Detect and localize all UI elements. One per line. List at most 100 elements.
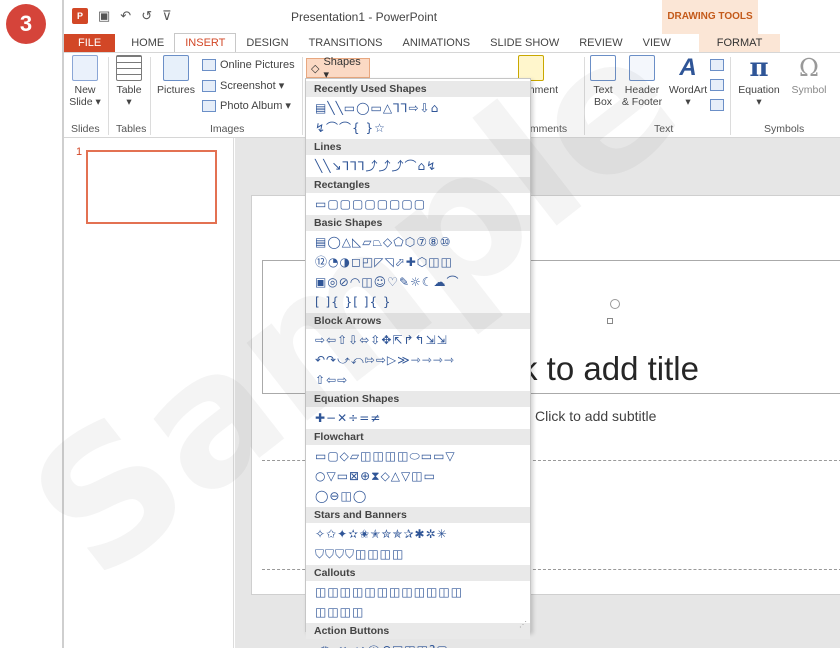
tab-insert[interactable]: INSERT (174, 33, 237, 52)
pictures-label: Pictures (157, 84, 195, 96)
equation-shapes-section: Equation Shapes ✚−✕÷=≠ (306, 391, 530, 427)
section-header: Action Buttons (306, 623, 530, 639)
group-separator (150, 57, 151, 135)
shape-row[interactable]: ⇧⇦⇨ (306, 369, 530, 389)
wordart-icon: A (679, 54, 697, 81)
shape-row[interactable]: ⇨⇦⇧⇩⬄⇳✥⇱↱↰⇲⇲ (306, 329, 530, 349)
pictures-icon (163, 55, 189, 81)
shape-row[interactable]: ▣◎⊘◠◫☺♡✎☼☾☁⌒ (306, 271, 530, 291)
group-separator (302, 57, 303, 135)
shapes-icon: ◇ (311, 62, 320, 75)
shape-row[interactable]: ◯⊖◫◯ (306, 485, 530, 505)
shape-row[interactable]: ◫◫◫◫◫◫◫◫◫◫◫◫ (306, 581, 530, 601)
slide-thumbnail[interactable] (86, 150, 217, 224)
tab-file[interactable]: FILE (64, 34, 116, 52)
tab-animations[interactable]: ANIMATIONS (393, 34, 481, 52)
pi-icon: π (749, 53, 769, 83)
table-button[interactable]: Table ▾ (114, 55, 144, 108)
resize-handle[interactable] (607, 318, 613, 324)
callouts-section: Callouts ◫◫◫◫◫◫◫◫◫◫◫◫ ◫◫◫◫ (306, 565, 530, 621)
shape-row[interactable]: ○▽▭⊠⊕⧗◇△▽◫▭ (306, 465, 530, 485)
rotate-handle-icon[interactable] (610, 299, 620, 309)
wordart-button[interactable]: A WordArt ▾ (666, 54, 710, 109)
shape-row[interactable]: ↶↷⤻⤺⇰⇨▷≫⇾⇾⇾⇾ (306, 349, 530, 369)
stars-banners-section: Stars and Banners ✧✩✦✫✬✭✮✯✰✱✲✳ ⛉⛉⛉⛉◫◫◫◫ (306, 507, 530, 563)
pictures-button[interactable]: Pictures (154, 55, 198, 96)
shape-row[interactable]: ▤╲╲▭◯▭△⅂⅂⇨⇩⌂ (306, 97, 530, 117)
recently-used-section: Recently Used Shapes ▤╲╲▭◯▭△⅂⅂⇨⇩⌂ ↯⌒⌒{ }… (306, 81, 530, 137)
section-header: Stars and Banners (306, 507, 530, 523)
shape-row[interactable]: ◁▷⏮⏭⌂ⓘ↶▣◫◫?▢ (306, 639, 530, 648)
section-header: Callouts (306, 565, 530, 581)
wordart-arrow-icon: ▾ (685, 96, 691, 108)
group-text-label: Text (654, 123, 674, 135)
photo-album-icon (202, 99, 216, 112)
header-footer-button[interactable]: Header & Footer (620, 55, 664, 108)
shapes-button[interactable]: ◇ Shapes ▾ (306, 55, 370, 81)
object-icon[interactable] (710, 99, 724, 111)
section-header: Block Arrows (306, 313, 530, 329)
ribbon-tabs: FILE HOME INSERT DESIGN TRANSITIONS ANIM… (64, 33, 840, 52)
resize-grip-icon[interactable]: ⋰ (519, 620, 527, 629)
shape-row[interactable]: [ ]{ }[ ]{ } (306, 291, 530, 311)
window-title: Presentation1 - PowerPoint (290, 10, 438, 24)
screenshot-label: Screenshot ▾ (220, 80, 285, 92)
text-box-button[interactable]: Text Box (588, 55, 618, 108)
shape-row[interactable]: ✧✩✦✫✬✭✮✯✰✱✲✳ (306, 523, 530, 543)
slide-thumbnails-pane: 1 (64, 138, 234, 648)
drawing-tools-context-label: DRAWING TOOLS (662, 0, 758, 34)
section-header: Rectangles (306, 177, 530, 193)
screenshot-icon (202, 79, 216, 92)
equation-button[interactable]: π Equation ▾ (734, 55, 784, 108)
photo-album-button[interactable]: Photo Album ▾ (202, 99, 291, 112)
symbol-button[interactable]: Ω Symbol (784, 55, 834, 96)
shape-row[interactable]: ⛉⛉⛉⛉◫◫◫◫ (306, 543, 530, 563)
tab-format[interactable]: FORMAT (698, 34, 781, 52)
new-slide-button[interactable]: New Slide ▾ (68, 55, 102, 108)
step-number-badge: 3 (6, 4, 46, 44)
group-separator (730, 57, 731, 135)
shapes-gallery-dropdown[interactable]: Recently Used Shapes ▤╲╲▭◯▭△⅂⅂⇨⇩⌂ ↯⌒⌒{ }… (305, 78, 531, 648)
group-images-label: Images (210, 123, 245, 135)
shape-row[interactable]: ▭▢▢▢▢▢▢▢▢ (306, 193, 530, 213)
shape-row[interactable]: ╲╲↘⅂⅂⅂⤴⤴⤴⌒⌂↯ (306, 155, 530, 175)
tab-review[interactable]: REVIEW (569, 34, 632, 52)
tab-view[interactable]: VIEW (633, 34, 681, 52)
wordart-label: WordArt (668, 84, 708, 96)
screenshot-button[interactable]: Screenshot ▾ (202, 79, 284, 92)
online-pictures-label: Online Pictures (220, 59, 295, 71)
online-pictures-button[interactable]: Online Pictures (202, 59, 295, 71)
tab-home[interactable]: HOME (121, 34, 174, 52)
title-bar: P ▣ ↶ ↺ ⊽ Presentation1 - PowerPoint DRA… (64, 0, 840, 34)
tab-design[interactable]: DESIGN (236, 34, 298, 52)
online-pictures-icon (202, 59, 216, 71)
shape-row[interactable]: ▤◯△◺▱⏢◇⬠⬡⑦⑧⑩ (306, 231, 530, 251)
date-time-icon[interactable] (710, 59, 724, 71)
action-buttons-section: Action Buttons ◁▷⏮⏭⌂ⓘ↶▣◫◫?▢ (306, 623, 530, 648)
shape-row[interactable]: ↯⌒⌒{ }☆ (306, 117, 530, 137)
basic-shapes-section: Basic Shapes ▤◯△◺▱⏢◇⬠⬡⑦⑧⑩ ⑫◔◑◻◰◸◹⬀✚⬡◫◫ ▣… (306, 215, 530, 311)
header-footer-label-2: & Footer (621, 96, 663, 108)
slide-number-icon[interactable] (710, 79, 724, 91)
shapes-label: Shapes ▾ (323, 55, 361, 81)
tab-slide-show[interactable]: SLIDE SHOW (480, 34, 569, 52)
text-box-label-2: Box (593, 96, 613, 108)
section-header: Lines (306, 139, 530, 155)
table-label: Table (116, 84, 142, 96)
tab-transitions[interactable]: TRANSITIONS (299, 34, 393, 52)
slide-number: 1 (76, 146, 83, 158)
equation-label: Equation (738, 84, 780, 96)
symbol-label: Symbol (791, 84, 827, 96)
omega-icon: Ω (799, 54, 819, 82)
group-slides-label: Slides (71, 123, 100, 135)
shape-row[interactable]: ✚−✕÷=≠ (306, 407, 530, 427)
table-icon (116, 55, 142, 81)
group-separator (108, 57, 109, 135)
shape-row[interactable]: ⑫◔◑◻◰◸◹⬀✚⬡◫◫ (306, 251, 530, 271)
shape-row[interactable]: ▭▢◇▱◫◫◫◫⬭▭▭▽ (306, 445, 530, 465)
shape-row[interactable]: ◫◫◫◫ (306, 601, 530, 621)
title-placeholder-text: k to add title (521, 350, 699, 387)
rectangles-section: Rectangles ▭▢▢▢▢▢▢▢▢ (306, 177, 530, 213)
flowchart-section: Flowchart ▭▢◇▱◫◫◫◫⬭▭▭▽ ○▽▭⊠⊕⧗◇△▽◫▭ ◯⊖◫◯ (306, 429, 530, 505)
photo-album-label: Photo Album ▾ (220, 100, 291, 112)
